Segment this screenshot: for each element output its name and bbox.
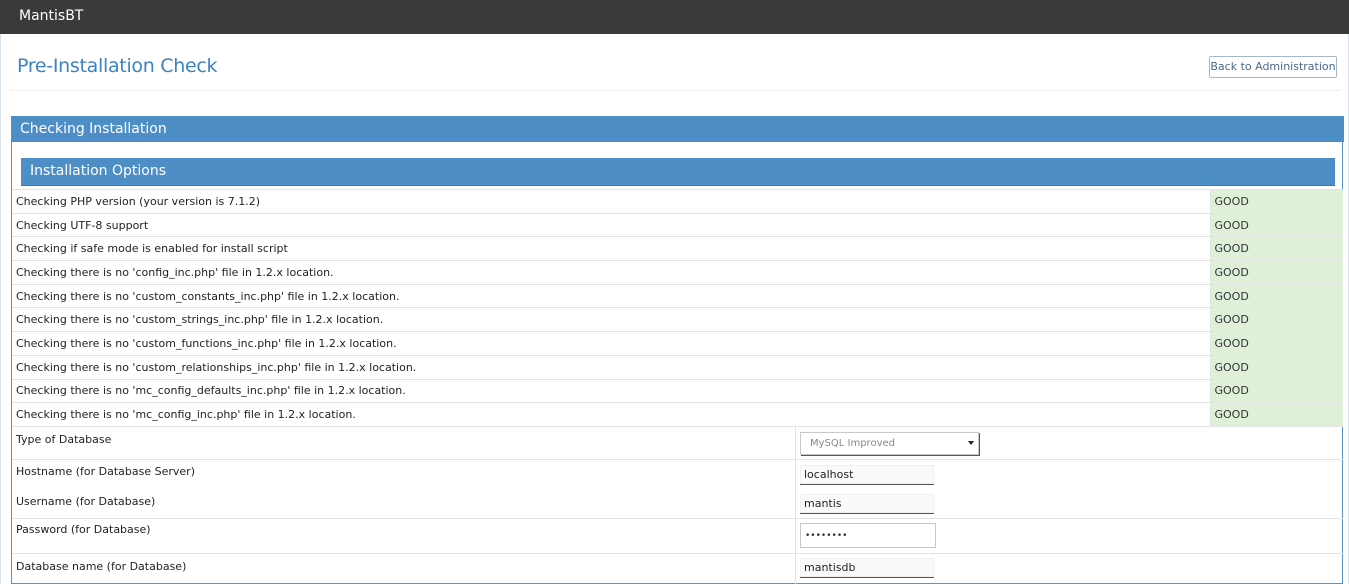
status-badge: GOOD bbox=[1209, 260, 1343, 285]
db-type-label: Type of Database bbox=[16, 433, 112, 446]
check-label: Checking there is no 'config_inc.php' fi… bbox=[12, 260, 1210, 285]
check-label: Checking if safe mode is enabled for ins… bbox=[12, 236, 1210, 261]
check-label: Checking there is no 'custom_functions_i… bbox=[12, 331, 1210, 356]
dbname-input[interactable] bbox=[800, 558, 934, 578]
table-row: Checking there is no 'custom_relationshi… bbox=[12, 354, 1343, 379]
status-badge: GOOD bbox=[1209, 307, 1343, 332]
chevron-down-icon bbox=[968, 441, 974, 445]
column-divider bbox=[795, 427, 796, 459]
back-to-administration-button[interactable]: Back to Administration bbox=[1209, 56, 1337, 78]
status-badge: GOOD bbox=[1209, 283, 1343, 308]
username-input[interactable] bbox=[800, 494, 934, 514]
status-badge: GOOD bbox=[1209, 402, 1343, 427]
status-badge: GOOD bbox=[1209, 331, 1343, 356]
db-type-selected-value: MySQL Improved bbox=[810, 438, 895, 449]
table-row: Checking UTF-8 support GOOD bbox=[12, 212, 1343, 237]
hostname-label: Hostname (for Database Server) bbox=[16, 465, 195, 478]
status-badge: GOOD bbox=[1209, 189, 1343, 214]
widget-header: Checking Installation bbox=[12, 116, 1344, 142]
hostname-input[interactable] bbox=[800, 465, 934, 485]
column-divider bbox=[795, 554, 796, 584]
check-label: Checking PHP version (your version is 7.… bbox=[12, 189, 1210, 214]
table-row: Checking there is no 'custom_functions_i… bbox=[12, 331, 1343, 356]
status-badge: GOOD bbox=[1209, 378, 1343, 403]
status-badge: GOOD bbox=[1209, 236, 1343, 261]
check-label: Checking UTF-8 support bbox=[12, 212, 1210, 237]
top-navbar: MantisBT bbox=[0, 0, 1349, 34]
table-row: Checking there is no 'custom_strings_inc… bbox=[12, 307, 1343, 332]
check-label: Checking there is no 'mc_config_inc.php'… bbox=[12, 402, 1210, 427]
installation-options-header: Installation Options bbox=[21, 158, 1335, 186]
status-badge: GOOD bbox=[1209, 212, 1343, 237]
db-type-select[interactable]: MySQL Improved bbox=[800, 432, 979, 455]
checks-table: Checking PHP version (your version is 7.… bbox=[12, 189, 1343, 427]
password-row: Password (for Database) bbox=[12, 518, 1343, 553]
column-divider bbox=[795, 519, 796, 553]
brand-logo-text[interactable]: MantisBT bbox=[19, 8, 83, 24]
table-row: Checking there is no 'config_inc.php' fi… bbox=[12, 260, 1343, 285]
password-label: Password (for Database) bbox=[16, 523, 151, 536]
table-row: Checking PHP version (your version is 7.… bbox=[12, 189, 1343, 214]
dbname-label: Database name (for Database) bbox=[16, 560, 187, 573]
password-input[interactable] bbox=[800, 523, 936, 548]
title-divider bbox=[11, 90, 1341, 91]
check-label: Checking there is no 'custom_relationshi… bbox=[12, 354, 1210, 379]
check-label: Checking there is no 'custom_constants_i… bbox=[12, 283, 1210, 308]
db-type-row: Type of Database MySQL Improved bbox=[12, 426, 1343, 459]
page-title: Pre-Installation Check bbox=[17, 55, 218, 77]
table-row: Checking there is no 'mc_config_inc.php'… bbox=[12, 402, 1343, 427]
username-label: Username (for Database) bbox=[16, 495, 156, 508]
table-row: Checking there is no 'custom_constants_i… bbox=[12, 283, 1343, 308]
status-badge: GOOD bbox=[1209, 354, 1343, 379]
table-row: Checking if safe mode is enabled for ins… bbox=[12, 236, 1343, 261]
dbname-row: Database name (for Database) bbox=[12, 553, 1343, 584]
table-row: Checking there is no 'mc_config_defaults… bbox=[12, 378, 1343, 403]
checking-installation-widget: Checking Installation Installation Optio… bbox=[11, 116, 1344, 584]
check-label: Checking there is no 'mc_config_defaults… bbox=[12, 378, 1210, 403]
column-divider bbox=[795, 460, 796, 518]
check-label: Checking there is no 'custom_strings_inc… bbox=[12, 307, 1210, 332]
host-user-row: Hostname (for Database Server) Username … bbox=[12, 459, 1343, 518]
